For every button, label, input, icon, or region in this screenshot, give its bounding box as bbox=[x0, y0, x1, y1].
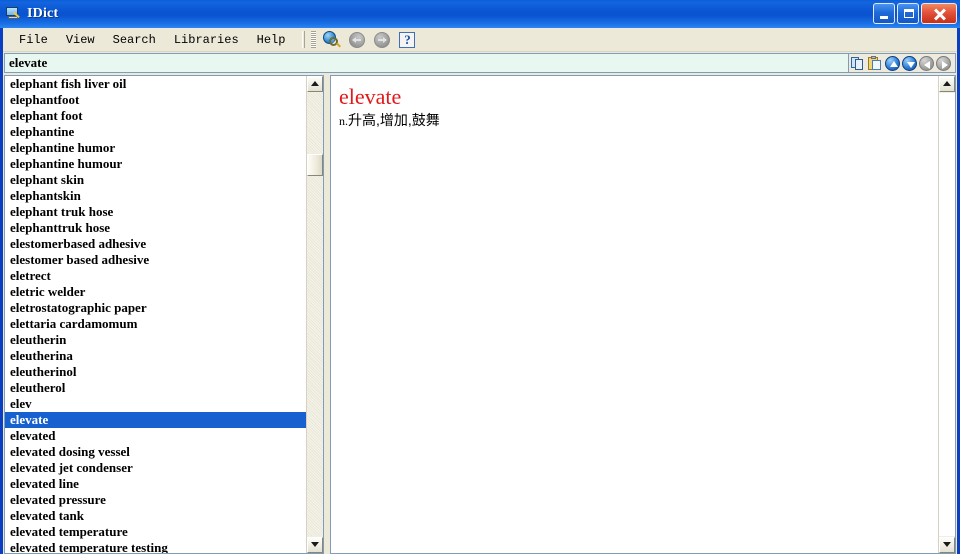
list-item[interactable]: elevated line bbox=[5, 476, 306, 492]
list-item[interactable]: elephanttruk hose bbox=[5, 220, 306, 236]
list-item[interactable]: elev bbox=[5, 396, 306, 412]
search-input[interactable]: elevate bbox=[4, 53, 848, 73]
list-item[interactable]: elevate bbox=[5, 412, 306, 428]
scrollbar-track[interactable] bbox=[939, 93, 955, 536]
definition-body: elevate n.升高,增加,鼓舞 bbox=[331, 76, 938, 553]
word-list[interactable]: elephant fish liver oil elephantfoot eleph… bbox=[5, 76, 306, 553]
copy-icon[interactable] bbox=[850, 55, 867, 72]
list-item[interactable]: elevated temperature bbox=[5, 524, 306, 540]
list-item[interactable]: elevated pressure bbox=[5, 492, 306, 508]
menu-file[interactable]: File bbox=[10, 30, 57, 50]
list-item[interactable]: elephantfoot bbox=[5, 92, 306, 108]
list-item[interactable]: elephant foot bbox=[5, 108, 306, 124]
scroll-up-icon[interactable] bbox=[884, 55, 901, 72]
search-tool-buttons bbox=[848, 53, 956, 73]
list-item[interactable]: elephant truk hose bbox=[5, 204, 306, 220]
list-item[interactable]: elephant fish liver oil bbox=[5, 76, 306, 92]
list-item[interactable]: elephantskin bbox=[5, 188, 306, 204]
search-globe-icon[interactable] bbox=[322, 30, 342, 50]
scroll-down-icon[interactable] bbox=[901, 55, 918, 72]
menu-help[interactable]: Help bbox=[248, 30, 295, 50]
scroll-down-button[interactable] bbox=[939, 537, 955, 553]
list-item[interactable]: elevated temperature testing bbox=[5, 540, 306, 553]
next-icon[interactable] bbox=[935, 55, 952, 72]
help-icon-glyph: ? bbox=[399, 31, 416, 48]
list-item[interactable]: eletric welder bbox=[5, 284, 306, 300]
list-item[interactable]: eleutherol bbox=[5, 380, 306, 396]
definition-scrollbar[interactable] bbox=[938, 76, 955, 553]
word-list-scrollbar[interactable] bbox=[306, 76, 323, 553]
list-item[interactable]: eleutherina bbox=[5, 348, 306, 364]
application-window: IDict File View Search Libraries Help ? … bbox=[0, 0, 960, 554]
window-title: IDict bbox=[27, 6, 59, 21]
word-list-viewport: elephant fish liver oil elephantfoot eleph… bbox=[5, 76, 306, 553]
scrollbar-thumb[interactable] bbox=[307, 154, 323, 176]
prev-icon[interactable] bbox=[918, 55, 935, 72]
scroll-down-button[interactable] bbox=[307, 537, 323, 553]
list-item[interactable]: elevated jet condenser bbox=[5, 460, 306, 476]
dictionary-icon bbox=[5, 6, 21, 22]
list-item[interactable]: eleutherin bbox=[5, 332, 306, 348]
minimize-button[interactable] bbox=[873, 3, 895, 24]
toolbar-grip[interactable] bbox=[311, 31, 317, 48]
list-item[interactable]: eleutherinol bbox=[5, 364, 306, 380]
close-button[interactable] bbox=[921, 3, 957, 24]
list-item[interactable]: elephantine humour bbox=[5, 156, 306, 172]
maximize-button[interactable] bbox=[897, 3, 919, 24]
definition-meaning: 升高,增加,鼓舞 bbox=[348, 112, 440, 128]
scroll-up-button[interactable] bbox=[939, 76, 955, 92]
content-panes: elephant fish liver oil elephantfoot eleph… bbox=[3, 75, 957, 554]
definition-headword: elevate bbox=[339, 84, 402, 109]
definition-meaning-line: n.升高,增加,鼓舞 bbox=[339, 111, 938, 130]
list-item[interactable]: eletrect bbox=[5, 268, 306, 284]
list-item[interactable]: elevated bbox=[5, 428, 306, 444]
toolbar-separator bbox=[302, 31, 306, 48]
list-item[interactable]: elettaria cardamomum bbox=[5, 316, 306, 332]
list-item[interactable]: eletrostatographic paper bbox=[5, 300, 306, 316]
list-item[interactable]: elephant skin bbox=[5, 172, 306, 188]
search-bar: elevate bbox=[3, 52, 957, 74]
definition-pane: elevate n.升高,增加,鼓舞 bbox=[330, 75, 956, 554]
list-item[interactable]: elestomer based adhesive bbox=[5, 252, 306, 268]
client-area: File View Search Libraries Help ? elevat… bbox=[3, 28, 957, 554]
paste-icon[interactable] bbox=[867, 55, 884, 72]
menu-bar: File View Search Libraries Help ? bbox=[3, 28, 957, 52]
window-controls bbox=[873, 3, 957, 24]
scroll-up-button[interactable] bbox=[307, 76, 323, 92]
back-icon[interactable] bbox=[347, 30, 367, 50]
list-item[interactable]: elevated tank bbox=[5, 508, 306, 524]
list-item[interactable]: elevated dosing vessel bbox=[5, 444, 306, 460]
list-item[interactable]: elestomerbased adhesive bbox=[5, 236, 306, 252]
list-item[interactable]: elephantine humor bbox=[5, 140, 306, 156]
menu-search[interactable]: Search bbox=[104, 30, 165, 50]
word-list-pane: elephant fish liver oil elephantfoot eleph… bbox=[4, 75, 324, 554]
help-icon[interactable]: ? bbox=[397, 30, 417, 50]
menu-libraries[interactable]: Libraries bbox=[165, 30, 248, 50]
title-bar: IDict bbox=[0, 0, 960, 28]
part-of-speech: n. bbox=[339, 114, 348, 128]
menu-view[interactable]: View bbox=[57, 30, 104, 50]
list-item[interactable]: elephantine bbox=[5, 124, 306, 140]
forward-icon[interactable] bbox=[372, 30, 392, 50]
